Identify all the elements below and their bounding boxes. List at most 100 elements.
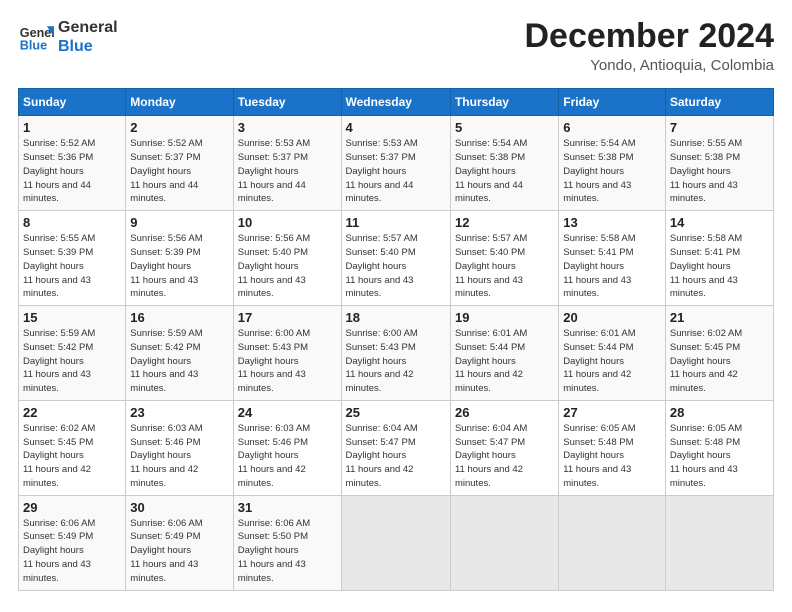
day-number: 13	[563, 215, 661, 230]
day-number: 19	[455, 310, 554, 325]
day-number: 30	[130, 500, 228, 515]
calendar-cell: 8 Sunrise: 5:55 AM Sunset: 5:39 PM Dayli…	[19, 211, 126, 306]
title-block: December 2024 Yondo, Antioquia, Colombia	[524, 18, 774, 74]
calendar-cell: 26 Sunrise: 6:04 AM Sunset: 5:47 PM Dayl…	[450, 400, 558, 495]
calendar-cell: 17 Sunrise: 6:00 AM Sunset: 5:43 PM Dayl…	[233, 306, 341, 401]
logo-line2: Blue	[58, 37, 118, 56]
day-info: Sunrise: 6:03 AM Sunset: 5:46 PM Dayligh…	[130, 422, 228, 491]
column-header-monday: Monday	[126, 89, 233, 116]
day-number: 25	[346, 405, 446, 420]
logo-line1: General	[58, 18, 118, 37]
day-number: 17	[238, 310, 337, 325]
calendar-cell: 5 Sunrise: 5:54 AM Sunset: 5:38 PM Dayli…	[450, 116, 558, 211]
day-number: 11	[346, 215, 446, 230]
day-number: 18	[346, 310, 446, 325]
calendar-cell: 31 Sunrise: 6:06 AM Sunset: 5:50 PM Dayl…	[233, 495, 341, 590]
calendar-cell: 1 Sunrise: 5:52 AM Sunset: 5:36 PM Dayli…	[19, 116, 126, 211]
column-header-wednesday: Wednesday	[341, 89, 450, 116]
day-info: Sunrise: 6:03 AM Sunset: 5:46 PM Dayligh…	[238, 422, 337, 491]
month-title: December 2024	[524, 18, 774, 55]
calendar-cell: 29 Sunrise: 6:06 AM Sunset: 5:49 PM Dayl…	[19, 495, 126, 590]
day-info: Sunrise: 5:57 AM Sunset: 5:40 PM Dayligh…	[346, 232, 446, 301]
week-row-3: 15 Sunrise: 5:59 AM Sunset: 5:42 PM Dayl…	[19, 306, 774, 401]
day-info: Sunrise: 6:05 AM Sunset: 5:48 PM Dayligh…	[670, 422, 769, 491]
day-number: 12	[455, 215, 554, 230]
day-info: Sunrise: 6:01 AM Sunset: 5:44 PM Dayligh…	[563, 327, 661, 396]
day-info: Sunrise: 6:01 AM Sunset: 5:44 PM Dayligh…	[455, 327, 554, 396]
svg-text:Blue: Blue	[20, 39, 47, 53]
day-number: 21	[670, 310, 769, 325]
column-header-tuesday: Tuesday	[233, 89, 341, 116]
calendar-cell: 22 Sunrise: 6:02 AM Sunset: 5:45 PM Dayl…	[19, 400, 126, 495]
calendar-cell: 13 Sunrise: 5:58 AM Sunset: 5:41 PM Dayl…	[559, 211, 666, 306]
day-number: 27	[563, 405, 661, 420]
calendar-cell: 11 Sunrise: 5:57 AM Sunset: 5:40 PM Dayl…	[341, 211, 450, 306]
day-info: Sunrise: 5:58 AM Sunset: 5:41 PM Dayligh…	[670, 232, 769, 301]
day-number: 16	[130, 310, 228, 325]
location-title: Yondo, Antioquia, Colombia	[524, 57, 774, 74]
day-number: 28	[670, 405, 769, 420]
day-number: 20	[563, 310, 661, 325]
calendar-cell: 6 Sunrise: 5:54 AM Sunset: 5:38 PM Dayli…	[559, 116, 666, 211]
column-header-sunday: Sunday	[19, 89, 126, 116]
day-info: Sunrise: 5:53 AM Sunset: 5:37 PM Dayligh…	[238, 137, 337, 206]
calendar-cell	[341, 495, 450, 590]
day-info: Sunrise: 5:59 AM Sunset: 5:42 PM Dayligh…	[130, 327, 228, 396]
week-row-5: 29 Sunrise: 6:06 AM Sunset: 5:49 PM Dayl…	[19, 495, 774, 590]
week-row-1: 1 Sunrise: 5:52 AM Sunset: 5:36 PM Dayli…	[19, 116, 774, 211]
logo-icon: General Blue	[18, 19, 54, 55]
calendar-cell: 16 Sunrise: 5:59 AM Sunset: 5:42 PM Dayl…	[126, 306, 233, 401]
calendar-cell: 2 Sunrise: 5:52 AM Sunset: 5:37 PM Dayli…	[126, 116, 233, 211]
day-info: Sunrise: 5:58 AM Sunset: 5:41 PM Dayligh…	[563, 232, 661, 301]
day-number: 26	[455, 405, 554, 420]
calendar-cell: 19 Sunrise: 6:01 AM Sunset: 5:44 PM Dayl…	[450, 306, 558, 401]
calendar-cell: 25 Sunrise: 6:04 AM Sunset: 5:47 PM Dayl…	[341, 400, 450, 495]
calendar-cell: 21 Sunrise: 6:02 AM Sunset: 5:45 PM Dayl…	[665, 306, 773, 401]
calendar-page: General Blue General Blue December 2024 …	[0, 0, 792, 612]
day-info: Sunrise: 5:54 AM Sunset: 5:38 PM Dayligh…	[455, 137, 554, 206]
column-header-thursday: Thursday	[450, 89, 558, 116]
day-info: Sunrise: 5:53 AM Sunset: 5:37 PM Dayligh…	[346, 137, 446, 206]
day-number: 1	[23, 120, 121, 135]
calendar-cell	[559, 495, 666, 590]
day-number: 5	[455, 120, 554, 135]
day-info: Sunrise: 6:04 AM Sunset: 5:47 PM Dayligh…	[455, 422, 554, 491]
day-number: 23	[130, 405, 228, 420]
calendar-cell: 3 Sunrise: 5:53 AM Sunset: 5:37 PM Dayli…	[233, 116, 341, 211]
day-info: Sunrise: 5:56 AM Sunset: 5:39 PM Dayligh…	[130, 232, 228, 301]
calendar-cell: 24 Sunrise: 6:03 AM Sunset: 5:46 PM Dayl…	[233, 400, 341, 495]
calendar-cell: 7 Sunrise: 5:55 AM Sunset: 5:38 PM Dayli…	[665, 116, 773, 211]
day-info: Sunrise: 5:55 AM Sunset: 5:38 PM Dayligh…	[670, 137, 769, 206]
calendar-cell	[665, 495, 773, 590]
day-info: Sunrise: 6:00 AM Sunset: 5:43 PM Dayligh…	[346, 327, 446, 396]
day-number: 8	[23, 215, 121, 230]
calendar-cell: 27 Sunrise: 6:05 AM Sunset: 5:48 PM Dayl…	[559, 400, 666, 495]
day-info: Sunrise: 5:57 AM Sunset: 5:40 PM Dayligh…	[455, 232, 554, 301]
day-info: Sunrise: 6:04 AM Sunset: 5:47 PM Dayligh…	[346, 422, 446, 491]
calendar-cell: 15 Sunrise: 5:59 AM Sunset: 5:42 PM Dayl…	[19, 306, 126, 401]
calendar-cell: 20 Sunrise: 6:01 AM Sunset: 5:44 PM Dayl…	[559, 306, 666, 401]
day-number: 31	[238, 500, 337, 515]
day-info: Sunrise: 6:02 AM Sunset: 5:45 PM Dayligh…	[23, 422, 121, 491]
day-number: 24	[238, 405, 337, 420]
day-number: 22	[23, 405, 121, 420]
header: General Blue General Blue December 2024 …	[18, 18, 774, 74]
day-info: Sunrise: 5:59 AM Sunset: 5:42 PM Dayligh…	[23, 327, 121, 396]
day-info: Sunrise: 6:06 AM Sunset: 5:50 PM Dayligh…	[238, 517, 337, 586]
calendar-cell: 28 Sunrise: 6:05 AM Sunset: 5:48 PM Dayl…	[665, 400, 773, 495]
calendar-cell: 14 Sunrise: 5:58 AM Sunset: 5:41 PM Dayl…	[665, 211, 773, 306]
day-number: 3	[238, 120, 337, 135]
day-number: 2	[130, 120, 228, 135]
day-number: 15	[23, 310, 121, 325]
day-info: Sunrise: 5:56 AM Sunset: 5:40 PM Dayligh…	[238, 232, 337, 301]
day-number: 29	[23, 500, 121, 515]
calendar-cell: 9 Sunrise: 5:56 AM Sunset: 5:39 PM Dayli…	[126, 211, 233, 306]
week-row-4: 22 Sunrise: 6:02 AM Sunset: 5:45 PM Dayl…	[19, 400, 774, 495]
day-info: Sunrise: 5:54 AM Sunset: 5:38 PM Dayligh…	[563, 137, 661, 206]
day-info: Sunrise: 6:06 AM Sunset: 5:49 PM Dayligh…	[130, 517, 228, 586]
day-number: 9	[130, 215, 228, 230]
day-number: 7	[670, 120, 769, 135]
calendar-cell: 4 Sunrise: 5:53 AM Sunset: 5:37 PM Dayli…	[341, 116, 450, 211]
day-info: Sunrise: 5:55 AM Sunset: 5:39 PM Dayligh…	[23, 232, 121, 301]
day-number: 6	[563, 120, 661, 135]
